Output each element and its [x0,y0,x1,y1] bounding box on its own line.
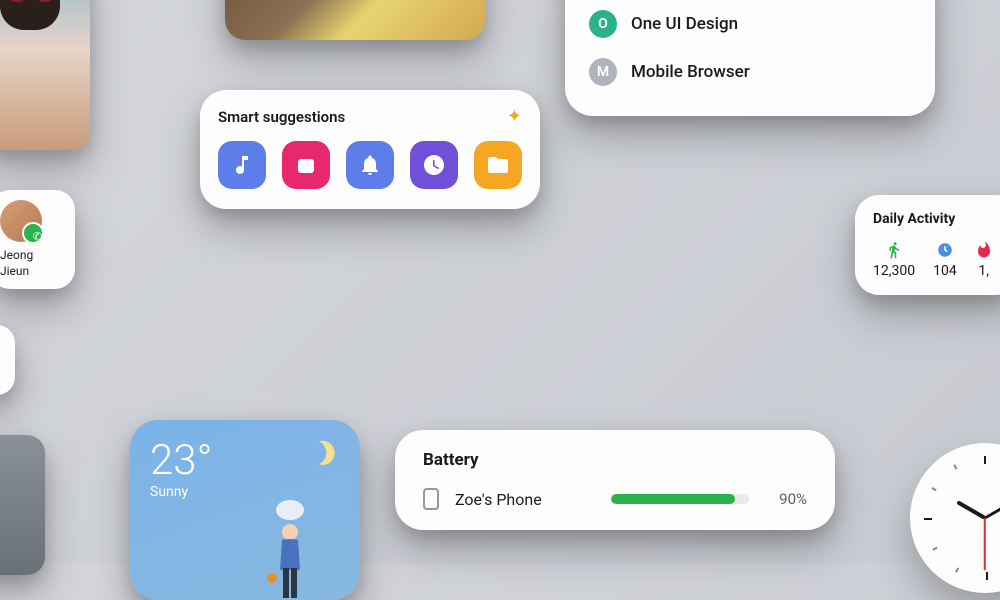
sparkle-icon: ✦ [507,106,522,127]
open-tabs-widget: O One UI Design M Mobile Browser [565,0,935,116]
activity-time: 104 [933,241,957,279]
tab-label: One UI Design [631,14,738,34]
suggestions-title: Smart suggestions [218,108,345,126]
notifications-app-icon[interactable] [346,141,394,189]
contact-name: Jeong Jieun [0,248,65,279]
smart-suggestions-widget: Smart suggestions ✦ [200,90,540,209]
cal-icon [975,241,993,259]
partial-widget[interactable] [0,325,15,395]
battery-bar [611,494,749,504]
activity-title: Daily Activity [873,211,1000,227]
camera-app-icon[interactable] [282,141,330,189]
battery-device-row: Zoe's Phone 90% [423,488,807,510]
battery-widget[interactable]: Battery Zoe's Phone 90% [395,430,835,530]
tab-item[interactable]: M Mobile Browser [589,48,911,96]
food-photo-widget[interactable] [225,0,485,40]
daily-activity-widget[interactable]: Daily Activity 12,300 104 1, [855,195,1000,295]
clock-face [918,451,1000,585]
contact-avatar [0,200,42,242]
hour-hand [956,500,986,519]
time-value: 104 [933,263,957,279]
cal-value: 1, [978,263,989,279]
tab-item[interactable]: O One UI Design [589,0,911,48]
moon-icon [300,438,336,474]
battery-percent: 90% [765,490,807,508]
battery-device-name: Zoe's Phone [455,490,595,509]
clock-app-icon[interactable] [410,141,458,189]
steps-icon [885,241,903,259]
clock-widget[interactable] [910,443,1000,593]
mini-weather-day: Thu [0,550,1,563]
music-app-icon[interactable] [218,141,266,189]
tab-label: Mobile Browser [631,62,750,82]
second-hand [984,518,986,570]
contact-widget[interactable]: Jeong Jieun [0,190,75,289]
battery-title: Battery [423,450,807,470]
phone-icon [423,488,439,510]
photo-widget[interactable] [0,0,90,150]
tab-favicon: O [589,10,617,38]
battery-fill [611,494,735,504]
steps-value: 12,300 [873,263,915,279]
files-app-icon[interactable] [474,141,522,189]
minute-hand [984,493,1000,520]
person-photo [0,0,90,150]
weather-widget[interactable]: 23° Sunny [130,420,360,600]
time-icon [936,241,954,259]
tab-favicon: M [589,58,617,86]
mini-weather-widget[interactable]: ⛅ Thu [0,435,45,575]
activity-steps: 12,300 [873,241,915,279]
activity-cal: 1, [975,241,993,279]
weather-illustration [250,490,330,600]
